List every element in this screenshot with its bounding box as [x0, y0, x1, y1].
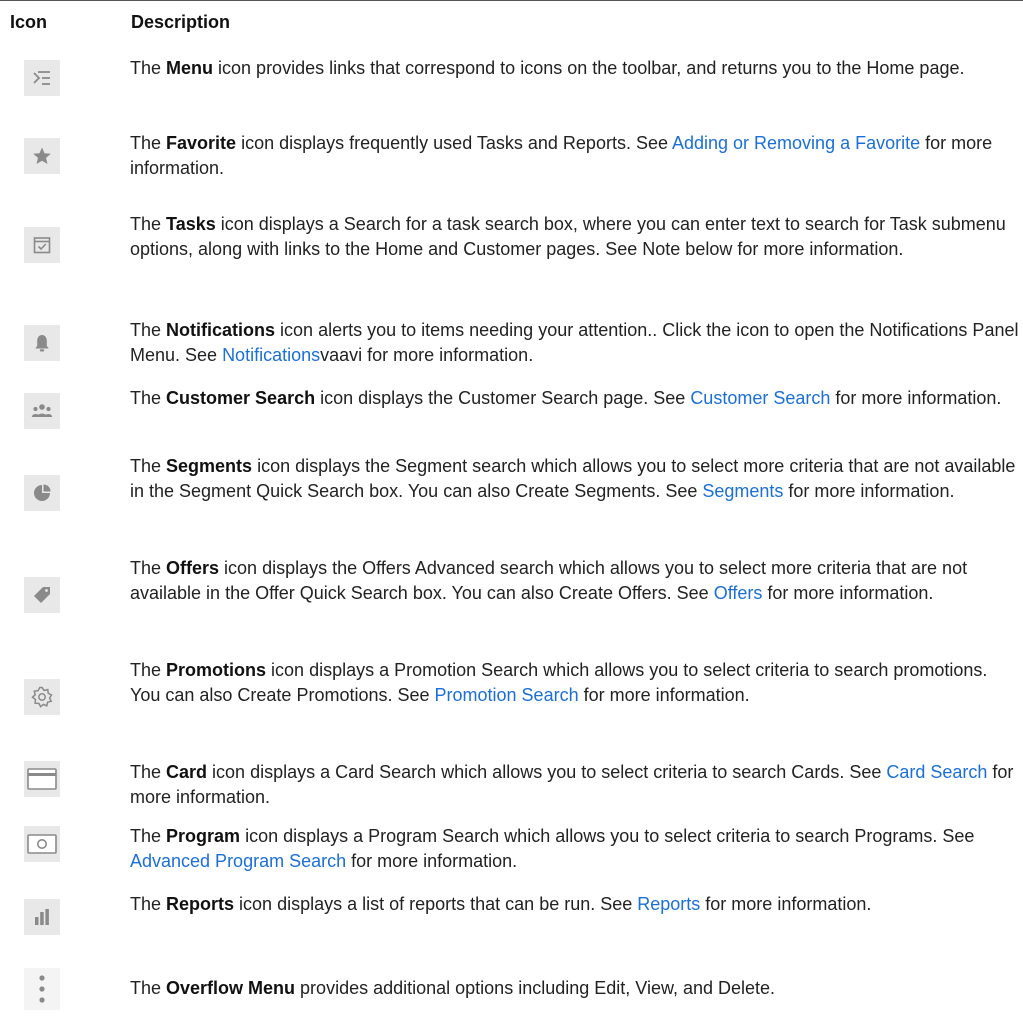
row-description: The Favorite icon displays frequently us…: [130, 133, 993, 178]
card-icon: [24, 761, 60, 797]
row-description: The Offers icon displays the Offers Adva…: [130, 558, 968, 603]
tag-icon: [24, 577, 60, 613]
row-link[interactable]: Card Search: [886, 762, 987, 782]
row-term: Reports: [166, 894, 235, 914]
row-link[interactable]: Offers: [714, 583, 763, 603]
row-link[interactable]: Customer Search: [690, 388, 830, 408]
row-term: Tasks: [166, 214, 216, 234]
table-top-rule: [0, 0, 1023, 1]
row-link[interactable]: Reports: [637, 894, 700, 914]
bell-icon: [24, 325, 60, 361]
row-description: The Menu icon provides links that corres…: [130, 58, 965, 78]
row-description: The Card icon displays a Card Search whi…: [130, 762, 1014, 807]
row-term: Customer Search: [166, 388, 316, 408]
row-description: The Customer Search icon displays the Cu…: [130, 388, 1002, 408]
people-icon: [24, 393, 60, 429]
row-link[interactable]: Promotion Search: [435, 685, 579, 705]
row-link[interactable]: Adding or Removing a Favorite: [672, 133, 920, 153]
row-link[interactable]: Segments: [702, 481, 783, 501]
row-link[interactable]: Advanced Program Search: [130, 851, 346, 871]
row-term: Program: [166, 826, 241, 846]
header-icon: Icon: [10, 12, 48, 32]
row-term: Notifications: [166, 320, 276, 340]
bar-chart-icon: [24, 899, 60, 935]
badge-gear-icon: [24, 679, 60, 715]
row-description: The Notifications icon alerts you to ite…: [130, 320, 1019, 365]
row-term: Menu: [166, 58, 214, 78]
row-term: Card: [166, 762, 208, 782]
row-description: The Reports icon displays a list of repo…: [130, 894, 872, 914]
program-icon: [24, 826, 60, 862]
row-description: The Overflow Menu provides additional op…: [130, 978, 776, 998]
row-description: The Promotions icon displays a Promotion…: [130, 660, 988, 705]
calendar-check-icon: [24, 227, 60, 263]
row-description: The Program icon displays a Program Sear…: [130, 826, 975, 871]
header-description: Description: [131, 12, 231, 32]
row-term: Promotions: [166, 660, 267, 680]
pie-chart-icon: [24, 475, 60, 511]
star-icon: [24, 138, 60, 174]
row-term: Segments: [166, 456, 253, 476]
row-description: The Tasks icon displays a Search for a t…: [130, 214, 1006, 259]
overflow-menu-icon: [24, 968, 60, 1010]
row-term: Overflow Menu: [166, 978, 296, 998]
row-term: Favorite: [166, 133, 237, 153]
row-link[interactable]: Notifications: [222, 345, 320, 365]
row-term: Offers: [166, 558, 220, 578]
row-description: The Segments icon displays the Segment s…: [130, 456, 1016, 501]
menu-icon: [24, 60, 60, 96]
